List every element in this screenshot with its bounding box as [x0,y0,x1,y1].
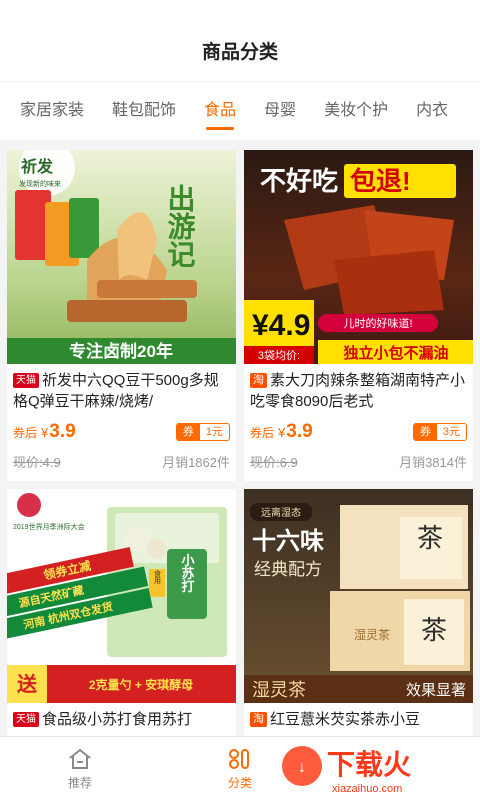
product-title: 淘素大刀肉辣条整箱湖南特产小吃零食8090后老式 [250,372,466,410]
monthly-sales: 月销1862件 [162,455,230,470]
product-image: 2019世界月季洲际大会 小苏打 食用 领券立减 源自天然矿藏 河南 杭州双仓发… [7,489,236,703]
tab-shoes-bags[interactable]: 鞋包配饰 [112,82,176,140]
product-image: 祈发 发现新的味来 出游记 专注卤制20年 [7,150,236,364]
product-image: 不好吃 包退! ¥4.9 儿时的好味道! 3袋均价: 独立小包不漏油 [244,150,473,364]
tab-underwear[interactable]: 内衣 [416,82,448,140]
title-bar: 商品分类 [0,20,480,82]
product-title: 天猫 祈发中六QQ豆干500g多规格Q弹豆干麻辣/烧烤/ [13,372,219,410]
price-row: 券后 ¥3.9 券 1元 [7,412,236,444]
coupon-tag[interactable]: 券 1元 [175,423,230,441]
svg-text:3袋均价:: 3袋均价: [258,348,300,362]
svg-text:远离湿态: 远离湿态 [261,506,301,519]
tab-food[interactable]: 食品 [204,82,236,140]
svg-text:包退!: 包退! [350,166,411,196]
tmall-badge: 天猫 [13,373,39,388]
svg-text:下载火: 下载火 [327,749,411,780]
svg-text:xiazaihuo.com: xiazaihuo.com [332,783,402,795]
coupon-price-label: 券后 [250,425,275,440]
tab-beauty[interactable]: 美妆个护 [324,82,388,140]
page-title: 商品分类 [201,42,278,63]
svg-text:出游记: 出游记 [164,184,196,268]
product-image: 远离湿态 十六味 经典配方 茶 茶 湿灵茶 湿灵茶 效果显著 [244,489,473,703]
svg-text:湿灵茶: 湿灵茶 [354,627,390,642]
monthly-sales: 月销3814件 [399,455,467,470]
svg-text:效果显著: 效果显著 [406,682,466,699]
svg-text:独立小包不漏油: 独立小包不漏油 [343,344,448,362]
product-grid: 祈发 发现新的味来 出游记 专注卤制20年 天猫 祈发中六QQ豆干500g多规格Q… [0,140,480,736]
product-title: 天猫 食品级小苏打食用苏打 [7,703,236,736]
svg-text:↓: ↓ [298,759,306,776]
product-title: 淘红豆薏米芡实茶赤小豆 [244,703,473,736]
svg-text:茶: 茶 [417,524,443,553]
image-banner-text: 专注卤制20年 [69,341,173,361]
svg-text:茶: 茶 [421,616,447,645]
category-tabs: 家居家装 鞋包配饰 食品 母婴 美妆个护 内衣 [0,82,480,140]
status-bar [0,0,480,20]
original-price: 现价:6.9 [250,455,298,470]
nav-recommend[interactable]: 推荐 [0,737,160,800]
product-card[interactable]: 祈发 发现新的味来 出游记 专注卤制20年 天猫 祈发中六QQ豆干500g多规格Q… [7,150,236,481]
svg-text:十六味: 十六味 [252,528,324,555]
svg-text:经典配方: 经典配方 [254,560,322,579]
original-price: 现价:4.9 [13,455,61,470]
tab-home-furnishing[interactable]: 家居家装 [20,82,84,140]
svg-text:不好吃: 不好吃 [260,166,338,196]
svg-text:食用: 食用 [154,569,162,585]
coupon-price: ¥3.9 [41,421,76,442]
meta-row: 现价:4.9 月销1862件 [7,444,236,481]
svg-text:2克量勺 + 安琪酵母: 2克量勺 + 安琪酵母 [89,677,193,692]
product-card[interactable]: 远离湿态 十六味 经典配方 茶 茶 湿灵茶 湿灵茶 效果显著 淘红豆薏米芡实茶赤… [244,489,473,736]
svg-text:儿时的好味道!: 儿时的好味道! [343,316,412,330]
coupon-price-label: 券后 [13,425,38,440]
home-icon [69,748,91,769]
category-icon [229,748,249,769]
svg-text:发现新的味来: 发现新的味来 [19,179,61,188]
svg-text:¥4.9: ¥4.9 [252,309,310,342]
coupon-tag[interactable]: 券 3元 [412,423,467,441]
taobao-badge: 淘 [250,712,267,727]
meta-row: 现价:6.9 月销3814件 [244,444,473,481]
svg-text:2019世界月季洲际大会: 2019世界月季洲际大会 [13,522,85,531]
brand-logo-text: 祈发 [21,157,54,176]
taobao-badge: 淘 [250,373,267,388]
price-row: 券后 ¥3.9 券 3元 [244,412,473,444]
svg-text:小苏打: 小苏打 [180,554,195,594]
coupon-price: ¥3.9 [278,421,313,442]
watermark-logo: ↓ 下载火 xiazaihuo.com [282,746,411,795]
tmall-badge: 天猫 [13,712,39,727]
svg-text:送: 送 [17,672,38,696]
tab-mother-baby[interactable]: 母婴 [264,82,296,140]
product-card[interactable]: 2019世界月季洲际大会 小苏打 食用 领券立减 源自天然矿藏 河南 杭州双仓发… [7,489,236,736]
app: 商品分类 家居家装 鞋包配饰 食品 母婴 美妆个护 内衣 祈发 发现新的味来 出… [0,0,480,800]
svg-text:湿灵茶: 湿灵茶 [252,680,306,700]
product-card[interactable]: 不好吃 包退! ¥4.9 儿时的好味道! 3袋均价: 独立小包不漏油 淘 素大刀… [244,150,473,481]
